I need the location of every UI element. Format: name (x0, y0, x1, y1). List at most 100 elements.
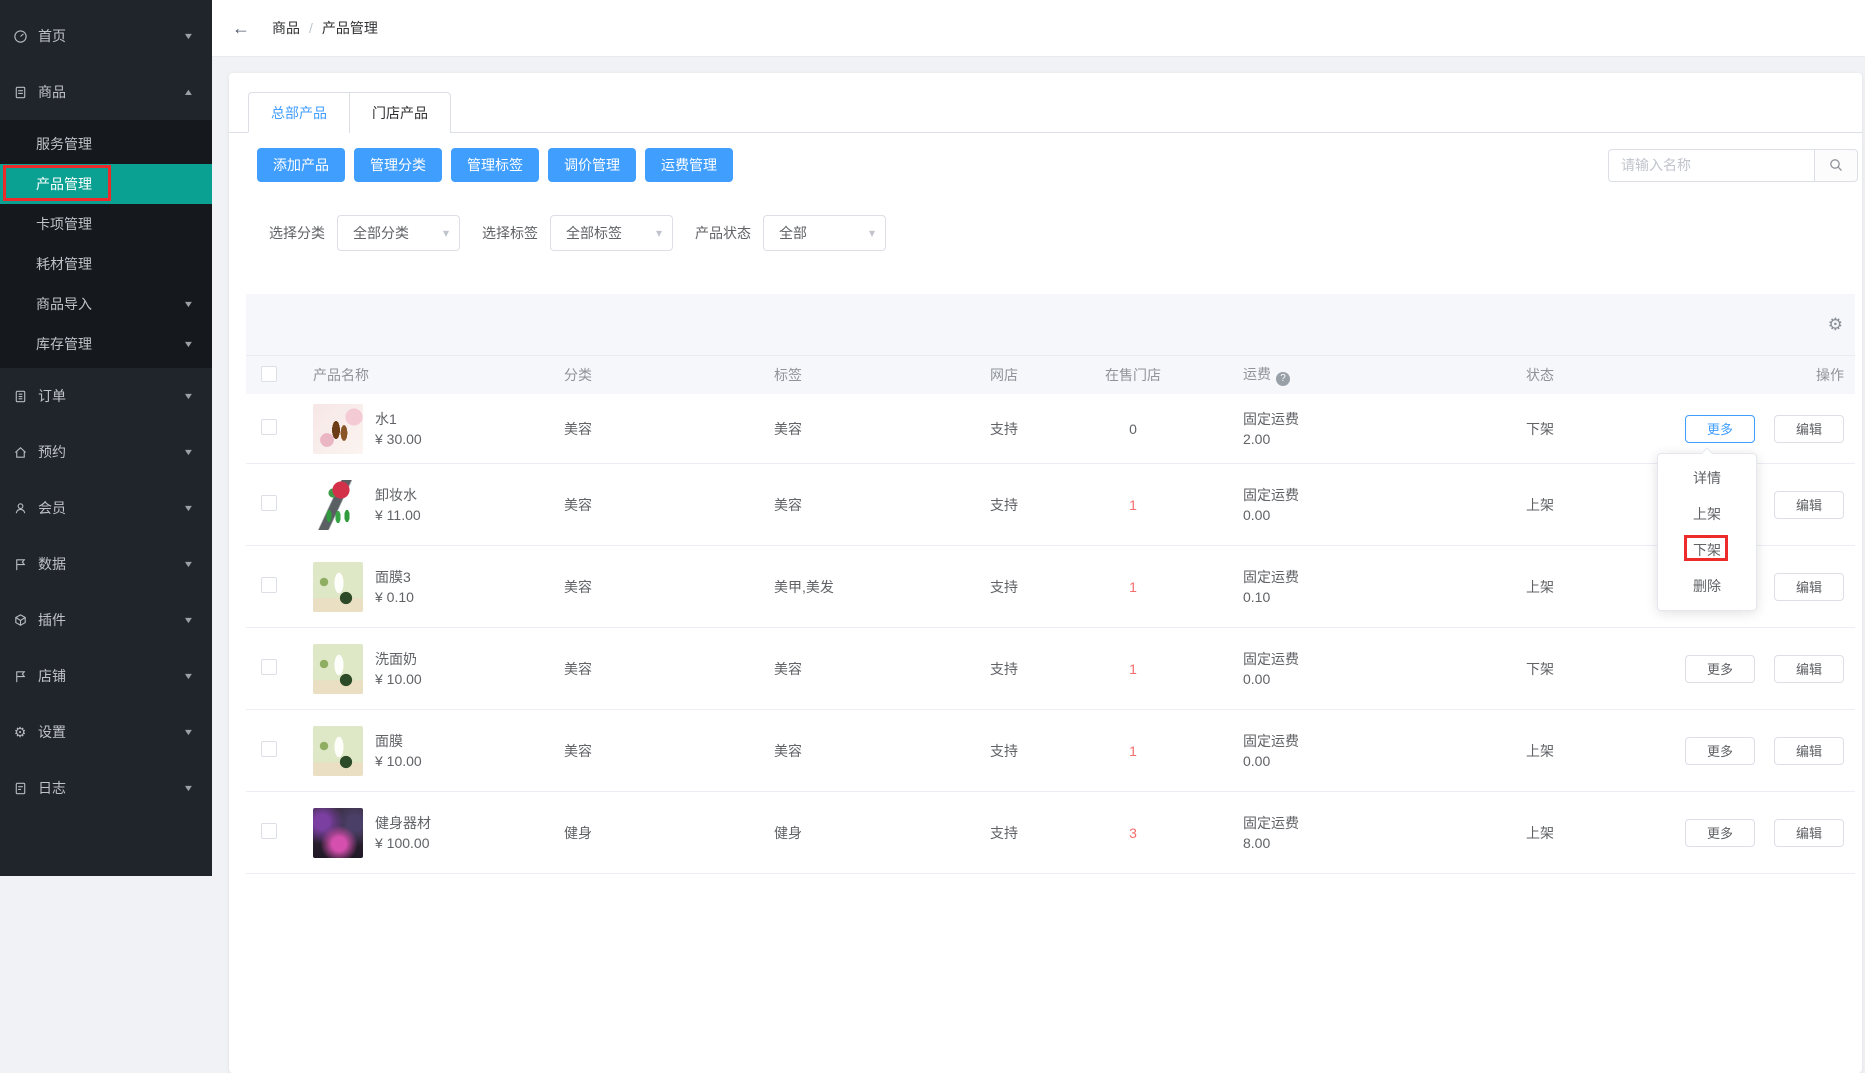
sidebar-item-logs[interactable]: 日志 ▼ (0, 760, 212, 816)
edit-button[interactable]: 编辑 (1774, 415, 1844, 443)
col-header-category: 分类 (558, 365, 764, 385)
status-text: 上架 (1460, 823, 1620, 843)
subitem-label: 商品导入 (36, 294, 92, 314)
menu-item-unpublish[interactable]: 下架 (1658, 532, 1756, 568)
row-checkbox[interactable] (261, 823, 277, 839)
product-table: ⚙ 产品名称 分类 标签 网店 在售门店 运费? 状态 操作 水1¥ 30.00 (246, 294, 1855, 874)
menu-item-delete[interactable]: 删除 (1658, 568, 1756, 604)
online-support: 支持 (980, 823, 1068, 843)
search-input[interactable] (1608, 149, 1814, 182)
sidebar-item-goods[interactable]: 商品 ▲ (0, 64, 212, 120)
sidebar-subitem-material-mgmt[interactable]: 耗材管理 (0, 244, 212, 284)
status-select[interactable]: 全部 ▾ (763, 215, 886, 251)
sidebar-subitem-card-mgmt[interactable]: 卡项管理 (0, 204, 212, 244)
product-tags: 健身 (764, 823, 980, 843)
filters: 选择分类 全部分类 ▾ 选择标签 全部标签 ▾ 产品状态 全部 ▾ (269, 215, 1862, 251)
more-button[interactable]: 更多 (1685, 737, 1755, 765)
sidebar-item-booking[interactable]: 预约 ▼ (0, 424, 212, 480)
more-button[interactable]: 更多 (1685, 655, 1755, 683)
edit-button[interactable]: 编辑 (1774, 655, 1844, 683)
back-arrow-icon[interactable]: ← (232, 18, 250, 39)
product-name: 水1 (375, 409, 422, 429)
freight-type: 固定运费 (1243, 649, 1460, 669)
more-button[interactable]: 更多 (1685, 819, 1755, 847)
freight-help-icon[interactable]: ? (1276, 372, 1290, 386)
freight-manage-button[interactable]: 运费管理 (645, 148, 733, 182)
search-button[interactable] (1814, 149, 1858, 182)
product-image (313, 726, 363, 776)
sidebar-item-label: 首页 (38, 26, 66, 46)
product-tags: 美容 (764, 741, 980, 761)
sidebar-item-label: 店铺 (38, 666, 66, 686)
chevron-down-icon: ▼ (183, 671, 195, 681)
product-tags: 美容 (764, 419, 980, 439)
stores-count: 3 (1068, 825, 1198, 841)
add-product-button[interactable]: 添加产品 (257, 148, 345, 182)
tab-store-products[interactable]: 门店产品 (349, 92, 451, 133)
breadcrumb-separator: / (309, 20, 313, 36)
person-icon (12, 500, 28, 516)
product-image (313, 808, 363, 858)
chevron-down-icon: ▼ (183, 339, 195, 349)
flag-icon (12, 556, 28, 572)
sidebar-subitem-stock-mgmt[interactable]: 库存管理▼ (0, 324, 212, 364)
product-category: 美容 (558, 495, 764, 515)
select-all-checkbox[interactable] (261, 366, 277, 382)
edit-button[interactable]: 编辑 (1774, 491, 1844, 519)
more-dropdown-menu: 详情 上架 下架 删除 (1657, 453, 1757, 611)
manage-tags-button[interactable]: 管理标签 (451, 148, 539, 182)
sidebar-item-data[interactable]: 数据 ▼ (0, 536, 212, 592)
menu-item-publish[interactable]: 上架 (1658, 496, 1756, 532)
chevron-up-icon: ▲ (183, 87, 195, 97)
manage-category-button[interactable]: 管理分类 (354, 148, 442, 182)
sidebar-subitem-product-mgmt[interactable]: 产品管理 (0, 164, 212, 204)
row-checkbox[interactable] (261, 741, 277, 757)
toolbar: 添加产品 管理分类 管理标签 调价管理 运费管理 (257, 148, 1858, 182)
menu-item-detail[interactable]: 详情 (1658, 460, 1756, 496)
dashboard-icon (12, 28, 28, 44)
product-name: 健身器材 (375, 813, 431, 833)
stores-count: 1 (1068, 579, 1198, 595)
search-icon (1828, 157, 1844, 173)
subitem-label: 服务管理 (36, 134, 92, 154)
sidebar-subitem-service-mgmt[interactable]: 服务管理 (0, 124, 212, 164)
row-checkbox[interactable] (261, 577, 277, 593)
product-price: ¥ 30.00 (375, 429, 422, 449)
sidebar-item-plugins[interactable]: 插件 ▼ (0, 592, 212, 648)
edit-button[interactable]: 编辑 (1774, 573, 1844, 601)
freight-amount: 0.00 (1243, 669, 1460, 689)
row-checkbox[interactable] (261, 659, 277, 675)
category-select-value: 全部分类 (353, 223, 409, 243)
tag-select[interactable]: 全部标签 ▾ (550, 215, 673, 251)
col-header-freight: 运费? (1198, 364, 1460, 386)
sidebar-item-orders[interactable]: 订单 ▼ (0, 368, 212, 424)
status-text: 下架 (1460, 659, 1620, 679)
row-checkbox[interactable] (261, 495, 277, 511)
online-support: 支持 (980, 419, 1068, 439)
row-checkbox[interactable] (261, 419, 277, 435)
sidebar-item-label: 设置 (38, 722, 66, 742)
sidebar-item-members[interactable]: 会员 ▼ (0, 480, 212, 536)
product-category: 健身 (558, 823, 764, 843)
product-image (313, 480, 363, 530)
edit-button[interactable]: 编辑 (1774, 819, 1844, 847)
sidebar-item-store[interactable]: 店铺 ▼ (0, 648, 212, 704)
tab-hq-products[interactable]: 总部产品 (248, 92, 350, 133)
sidebar-item-settings[interactable]: ⚙ 设置 ▼ (0, 704, 212, 760)
chevron-down-icon: ▼ (183, 503, 195, 513)
chevron-down-icon: ▾ (656, 226, 662, 240)
goods-submenu: 服务管理 产品管理 卡项管理 耗材管理 商品导入▼ 库存管理▼ (0, 120, 212, 368)
price-adjust-button[interactable]: 调价管理 (548, 148, 636, 182)
more-button[interactable]: 更多 (1685, 415, 1755, 443)
product-tags: 美甲,美发 (764, 577, 980, 597)
sidebar-item-label: 预约 (38, 442, 66, 462)
sidebar-item-home[interactable]: 首页 ▼ (0, 8, 212, 64)
product-price: ¥ 0.10 (375, 587, 414, 607)
category-select[interactable]: 全部分类 ▾ (337, 215, 460, 251)
freight-header-label: 运费 (1243, 366, 1271, 382)
edit-button[interactable]: 编辑 (1774, 737, 1844, 765)
breadcrumb-section[interactable]: 商品 (272, 18, 300, 38)
subitem-label: 耗材管理 (36, 254, 92, 274)
sidebar-subitem-goods-import[interactable]: 商品导入▼ (0, 284, 212, 324)
column-settings-gear-icon[interactable]: ⚙ (1828, 316, 1843, 333)
